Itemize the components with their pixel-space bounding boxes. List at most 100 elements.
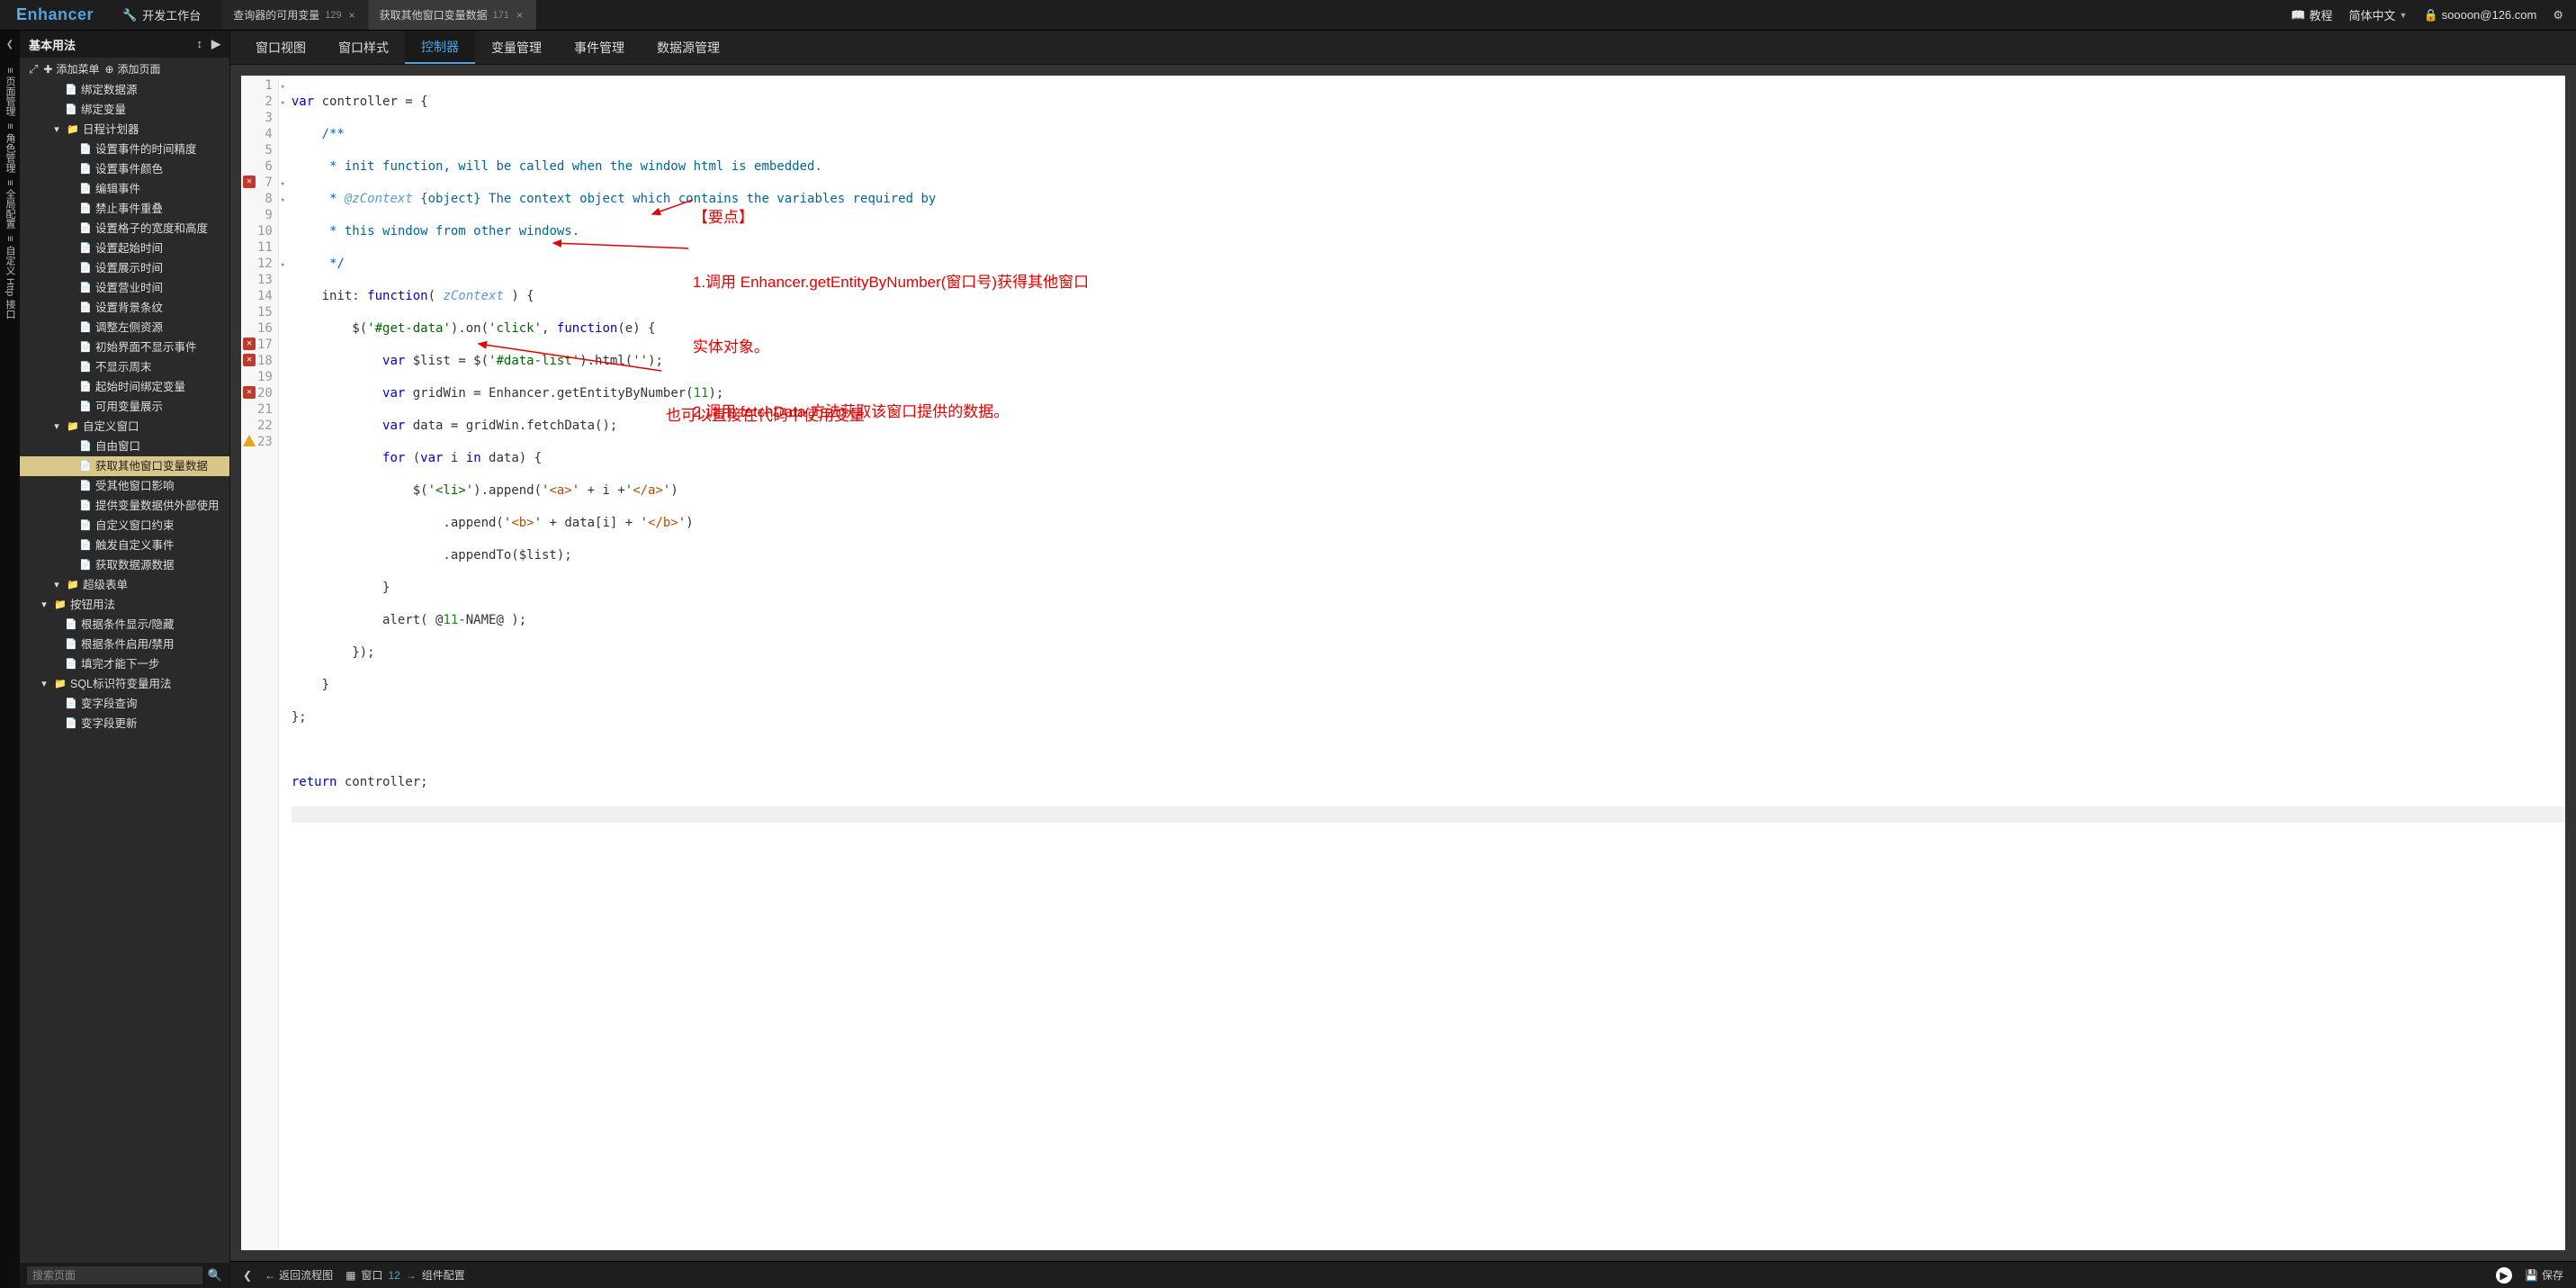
tree-file[interactable]: 📄变字段更新: [20, 714, 229, 734]
tree-file[interactable]: 📄设置展示时间: [20, 258, 229, 278]
tree-file[interactable]: 📄起始时间绑定变量: [20, 377, 229, 397]
main-tab[interactable]: 控制器: [405, 31, 475, 64]
user-menu[interactable]: 🔒 soooon@126.com: [2423, 8, 2536, 23]
error-icon: ✕: [243, 338, 256, 350]
arrow-right-icon: →: [406, 1269, 417, 1282]
tree-folder[interactable]: ▾📁超级表单: [20, 575, 229, 595]
language-dropdown[interactable]: 简体中文 ▼: [2349, 6, 2408, 23]
gutter-line: 15: [257, 304, 273, 320]
save-button[interactable]: 💾 保存: [2525, 1267, 2563, 1283]
gutter-line: 13: [257, 272, 273, 288]
rail-icon: ≡: [4, 236, 15, 241]
app-logo: EEnhancernhancer: [0, 5, 110, 24]
file-icon: 📄: [79, 143, 92, 156]
forward-icon[interactable]: ▶: [211, 37, 220, 51]
gutter-line: 22: [257, 418, 273, 434]
lock-icon: 🔒: [2423, 8, 2437, 23]
tree-folder[interactable]: ▾📁日程计划器: [20, 120, 229, 140]
tree-folder[interactable]: ▾📁自定义窗口: [20, 417, 229, 437]
main-tab[interactable]: 窗口样式: [322, 31, 405, 64]
search-input[interactable]: [27, 1266, 202, 1284]
editor-tab[interactable]: 查询器的可用变量 129×: [222, 0, 368, 30]
close-icon[interactable]: ×: [347, 9, 357, 22]
tree-label: 按钮用法: [70, 597, 115, 613]
tree-file[interactable]: 📄初始界面不显示事件: [20, 338, 229, 357]
tree-folder[interactable]: ▾📁按钮用法: [20, 595, 229, 615]
caret-left-icon[interactable]: ❮: [243, 1269, 252, 1282]
tree-file[interactable]: 📄变字段查询: [20, 694, 229, 714]
expand-icon[interactable]: ⤢: [29, 62, 38, 77]
tree-file[interactable]: 📄设置背景条纹: [20, 298, 229, 318]
tree-label: 超级表单: [83, 577, 128, 593]
tree-label: 获取数据源数据: [95, 557, 175, 573]
rail-icon: ≡: [4, 68, 15, 73]
gutter-line: 4: [257, 126, 273, 142]
tree-file[interactable]: 📄设置事件颜色: [20, 159, 229, 179]
tree-file[interactable]: 📄不显示周末: [20, 357, 229, 377]
tree-file[interactable]: 📄设置起始时间: [20, 239, 229, 258]
tree-label: 变字段更新: [81, 716, 138, 732]
tree-label: 不显示周末: [95, 359, 152, 375]
tree-file[interactable]: 📄自定义窗口约束: [20, 516, 229, 536]
tree-file[interactable]: 📄设置格子的宽度和高度: [20, 219, 229, 239]
tutorial-link[interactable]: 📖 教程: [2291, 6, 2332, 23]
folder-icon: 📁: [54, 678, 67, 690]
file-icon: 📄: [79, 183, 92, 195]
caret-down-icon: ▼: [2400, 11, 2408, 20]
main-tab[interactable]: 数据源管理: [641, 31, 736, 64]
collapse-icon[interactable]: ↕: [197, 37, 203, 51]
tree-file[interactable]: 📄根据条件启用/禁用: [20, 635, 229, 654]
tree-file[interactable]: 📄禁止事件重叠: [20, 199, 229, 219]
main-tab[interactable]: 变量管理: [475, 31, 558, 64]
tree-file[interactable]: 📄触发自定义事件: [20, 536, 229, 555]
tree-file[interactable]: 📄可用变量展示: [20, 397, 229, 417]
tree-file[interactable]: 📄调整左侧资源: [20, 318, 229, 338]
search-icon[interactable]: 🔍: [208, 1268, 222, 1283]
tree-file[interactable]: 📄填完才能下一步: [20, 654, 229, 674]
tree-file[interactable]: 📄受其他窗口影响: [20, 476, 229, 496]
workbench-button[interactable]: 🔧 开发工作台: [110, 6, 213, 23]
add-menu-button[interactable]: ✚ 添加菜单: [43, 61, 99, 77]
folder-icon: 📁: [67, 420, 79, 433]
rail-caret-left-icon[interactable]: ❮: [3, 36, 17, 53]
tree-file[interactable]: 📄绑定变量: [20, 100, 229, 120]
annotation-arrows: [279, 76, 2565, 1250]
tree-folder[interactable]: ▾📁SQL标识符变量用法: [20, 674, 229, 694]
gutter-line: 23: [257, 434, 273, 450]
gear-icon[interactable]: ⚙: [2553, 8, 2563, 23]
tree-label: 提供变量数据供外部使用: [95, 498, 220, 514]
main-tab[interactable]: 窗口视图: [239, 31, 322, 64]
tree-file[interactable]: 📄自由窗口: [20, 437, 229, 456]
close-icon[interactable]: ×: [515, 9, 525, 22]
file-icon: 📄: [79, 163, 92, 176]
main-tab[interactable]: 事件管理: [558, 31, 641, 64]
file-icon: 📄: [79, 302, 92, 314]
rail-item[interactable]: ≡自定义 Http 接口: [3, 232, 17, 322]
tree-file[interactable]: 📄提供变量数据供外部使用: [20, 496, 229, 516]
tree-file[interactable]: 📄编辑事件: [20, 179, 229, 199]
tree-label: 填完才能下一步: [81, 656, 160, 672]
back-to-flow-button[interactable]: ← 返回流程图: [265, 1267, 333, 1283]
tree-file[interactable]: 📄获取其他窗口变量数据: [20, 456, 229, 476]
tree-file[interactable]: 📄根据条件显示/隐藏: [20, 615, 229, 635]
rail-item[interactable]: ≡页面管理: [3, 64, 17, 120]
rail-item[interactable]: ≡角色管理: [3, 120, 17, 176]
tree-file[interactable]: 📄设置营业时间: [20, 278, 229, 298]
gutter-line: 9: [257, 207, 273, 223]
file-icon: 📄: [79, 222, 92, 235]
tree-label: 设置事件颜色: [95, 161, 163, 177]
tree-file[interactable]: 📄绑定数据源: [20, 80, 229, 100]
file-icon: 📄: [65, 618, 77, 631]
tree-file[interactable]: 📄获取数据源数据: [20, 555, 229, 575]
gutter-line: 19: [257, 369, 273, 385]
tree-file[interactable]: 📄设置事件的时间精度: [20, 140, 229, 159]
tree-label: 可用变量展示: [95, 399, 163, 415]
play-button[interactable]: ▶: [2496, 1267, 2512, 1283]
gutter-line: ▾2: [257, 94, 273, 110]
rail-item[interactable]: ≡全局配置: [3, 176, 17, 232]
sidebar-title: 基本用法: [29, 36, 76, 53]
gutter-line: 10: [257, 223, 273, 239]
add-page-button[interactable]: ⊕ 添加页面: [104, 61, 160, 77]
editor-tab[interactable]: 获取其他窗口变量数据 171×: [369, 0, 536, 30]
gutter-line: 11: [257, 239, 273, 256]
